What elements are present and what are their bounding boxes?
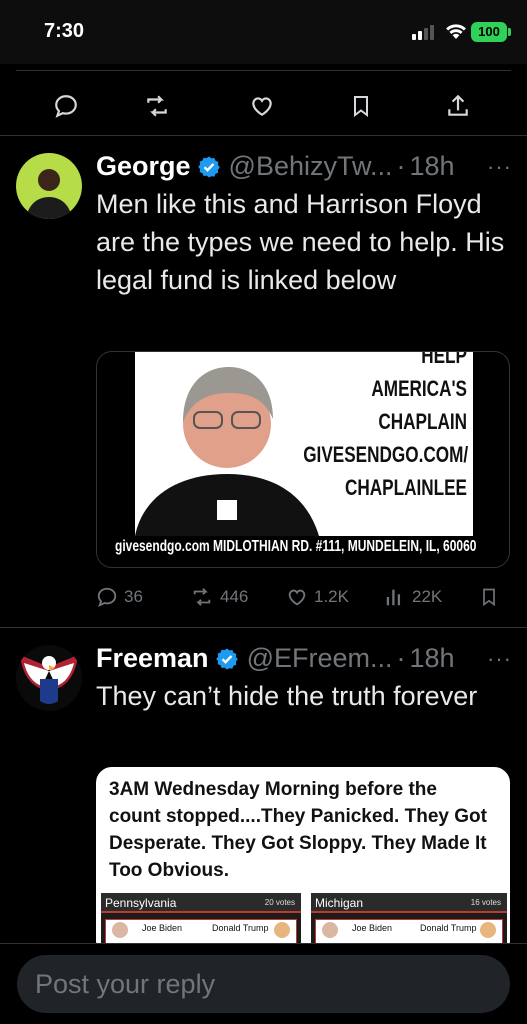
more-options-icon[interactable]: ···	[487, 646, 512, 672]
like-icon	[288, 589, 306, 606]
candidate-left: Joe Biden	[352, 923, 393, 933]
bookmark-icon	[483, 588, 495, 607]
status-bar: 7:30 100	[0, 0, 527, 64]
candidate-left: Joe Biden	[142, 923, 183, 933]
retweet-count: 446	[220, 587, 249, 606]
tweet-time[interactable]: 18h	[410, 643, 455, 674]
retweet-count-button[interactable]: 446	[190, 586, 248, 608]
tweet-media[interactable]: HELP AMERICA'S CHAPLAIN GIVESENDGO.COM/ …	[96, 351, 510, 568]
author-name[interactable]: Freeman	[96, 643, 209, 674]
author-name[interactable]: George	[96, 151, 191, 182]
poster-line: CHAPLAINLEE	[344, 475, 467, 500]
retweet-icon	[193, 588, 211, 606]
poster-line: CHAPLAIN	[378, 409, 467, 434]
like-icon[interactable]	[246, 90, 278, 122]
separator-dot: ·	[396, 643, 406, 673]
tweet-text: They can’t hide the truth forever	[96, 681, 478, 711]
reply-icon	[97, 587, 117, 608]
verified-badge-icon	[197, 155, 221, 179]
verified-badge-icon	[215, 647, 239, 671]
reply-count-button[interactable]: 36	[96, 586, 143, 608]
tweet-george[interactable]: George @BehizyTw... · 18h ··· Men like t…	[0, 136, 527, 627]
panel-votes: 16 votes	[470, 898, 501, 907]
separator-dot: ·	[396, 151, 406, 181]
poster-line: GIVESENDGO.COM/	[303, 442, 469, 467]
reply-count: 36	[124, 587, 143, 606]
tweet-media[interactable]: 3AM Wednesday Morning before the count s…	[96, 767, 510, 957]
poster-line: AMERICA'S	[371, 376, 467, 401]
divider	[16, 70, 511, 71]
like-count-button[interactable]: 1.2K	[286, 586, 349, 608]
retweet-icon[interactable]	[141, 90, 173, 122]
bookmark-button[interactable]	[479, 586, 499, 608]
cellular-signal-icon	[412, 25, 434, 40]
tweet-text: Men like this and Harrison Floyd are the…	[96, 189, 505, 295]
status-time: 7:30	[44, 20, 85, 42]
tweet-action-row	[0, 84, 527, 128]
wifi-icon	[444, 22, 468, 45]
tweet-metrics: 36 446 1.2K 22K	[96, 586, 516, 616]
avatar[interactable]	[16, 153, 82, 219]
author-handle[interactable]: @BehizyTw...	[229, 151, 393, 182]
bookmark-icon[interactable]	[345, 90, 377, 122]
avatar[interactable]	[16, 645, 82, 711]
image-headline: 3AM Wednesday Morning before the count s…	[109, 779, 487, 881]
reply-icon[interactable]	[50, 90, 82, 122]
candidate-right: Donald Trump	[420, 923, 477, 933]
tweet-time[interactable]: 18h	[410, 151, 455, 182]
views-icon	[386, 589, 401, 606]
panel-state: Michigan	[315, 896, 364, 910]
share-icon[interactable]	[442, 90, 474, 122]
candidate-right: Donald Trump	[212, 923, 269, 933]
image-caption: givesendgo.com MIDLOTHIAN RD. #111, MUND…	[115, 538, 477, 555]
panel-votes: 20 votes	[264, 898, 295, 907]
view-count: 22K	[412, 587, 443, 606]
author-handle[interactable]: @EFreem...	[247, 643, 393, 674]
poster-line: HELP	[421, 351, 467, 368]
tweet-freeman[interactable]: Freeman @EFreem... · 18h ··· They can’t …	[0, 628, 527, 957]
panel-state: Pennsylvania	[105, 896, 177, 910]
like-count: 1.2K	[314, 587, 349, 606]
battery-indicator: 100	[471, 22, 511, 42]
more-options-icon[interactable]: ···	[487, 154, 512, 180]
reply-input[interactable]: Post your reply	[17, 955, 510, 1013]
view-count-button[interactable]: 22K	[384, 586, 442, 608]
